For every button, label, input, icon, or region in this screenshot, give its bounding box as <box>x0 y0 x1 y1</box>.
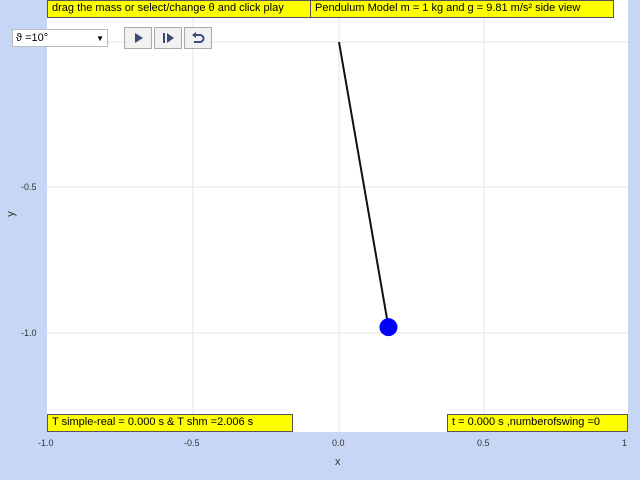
plot-svg <box>47 0 628 432</box>
period-readout: T simple-real = 0.000 s & T shm =2.006 s <box>47 414 293 432</box>
reset-icon <box>192 32 205 43</box>
reset-button[interactable] <box>184 27 212 49</box>
y-tick-label: -0.5 <box>21 182 37 192</box>
x-axis-label: x <box>335 456 341 468</box>
step-forward-button[interactable] <box>154 27 182 49</box>
y-tick-label: -1.0 <box>21 328 37 338</box>
angle-select-value: ϑ =10° <box>16 32 49 44</box>
angle-select[interactable]: ϑ =10° ▼ <box>12 29 108 47</box>
dropdown-arrow-icon: ▼ <box>96 33 104 43</box>
x-tick-label: 1 <box>622 438 628 448</box>
y-axis-label: y <box>4 211 17 217</box>
play-icon <box>135 33 143 43</box>
pendulum-bob[interactable] <box>379 318 398 337</box>
title-bar: Pendulum Model m = 1 kg and g = 9.81 m/s… <box>310 0 614 18</box>
instruction-text: drag the mass or select/change θ and cli… <box>52 2 284 14</box>
time-text: t = 0.000 s ,numberofswing =0 <box>452 416 600 428</box>
x-tick-label: -0.5 <box>184 438 200 448</box>
time-readout: t = 0.000 s ,numberofswing =0 <box>447 414 628 432</box>
step-forward-icon <box>163 33 174 43</box>
playback-buttons <box>124 27 212 49</box>
grid <box>47 0 628 432</box>
period-text: T simple-real = 0.000 s & T shm =2.006 s <box>52 416 254 428</box>
pendulum-rod <box>338 41 390 328</box>
x-tick-label: 0.5 <box>477 438 490 448</box>
x-tick-label: -1.0 <box>38 438 54 448</box>
instruction-bar: drag the mass or select/change θ and cli… <box>47 0 327 18</box>
control-bar: ϑ =10° ▼ <box>12 27 212 49</box>
simulation-stage: drag the mass or select/change θ and cli… <box>0 0 640 480</box>
title-text: Pendulum Model m = 1 kg and g = 9.81 m/s… <box>315 2 581 14</box>
play-button[interactable] <box>124 27 152 49</box>
x-tick-label: 0.0 <box>332 438 345 448</box>
